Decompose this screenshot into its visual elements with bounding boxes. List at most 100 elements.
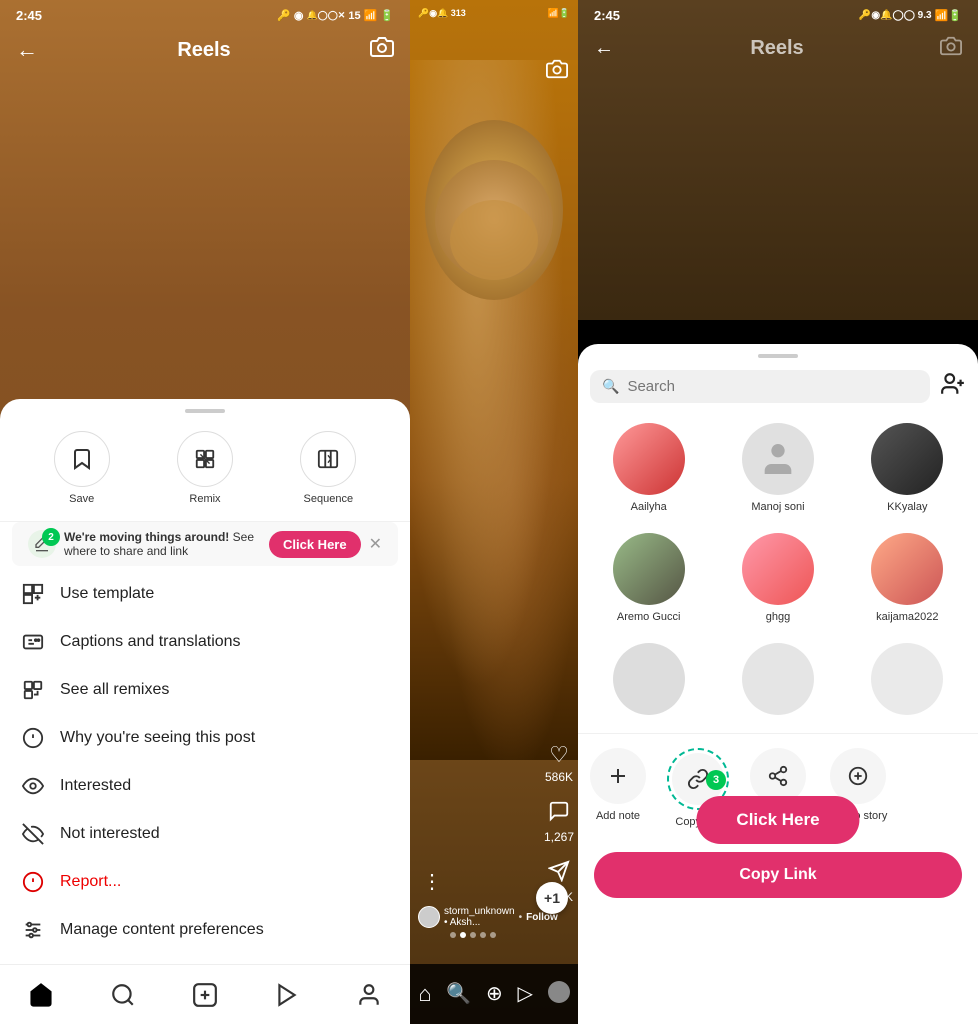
interested-item[interactable]: Interested <box>0 762 410 810</box>
share-sheet: 🔍 Aailyha <box>578 344 978 1024</box>
not-interested-icon <box>20 823 46 845</box>
not-interested-item[interactable]: Not interested <box>0 810 410 858</box>
contact-name-kkyalay: KKyalay <box>887 501 927 513</box>
middle-panel: 🔑◉🔔 313 📶🔋 ♡ 586K 1,267 <box>410 0 578 1024</box>
bottom-nav <box>0 964 410 1024</box>
mid-nav-home[interactable]: ⌂ <box>418 981 431 1007</box>
avatar-ghgg <box>742 533 814 605</box>
why-seeing-label: Why you're seeing this post <box>60 729 255 747</box>
left-panel: 2:45 🔑◉🔔◯◯✕15📶🔋 ← Reels Sa <box>0 0 410 1024</box>
right-back-button[interactable]: ← <box>594 37 614 60</box>
use-template-icon <box>20 583 46 605</box>
sequence-item[interactable]: Sequence <box>300 431 356 505</box>
contact-name-aremo: Aremo Gucci <box>617 611 681 623</box>
avatar-kkyalay <box>871 423 943 495</box>
reel-dot-3 <box>470 932 476 938</box>
mid-nav-reels[interactable]: ▷ <box>517 981 532 1007</box>
reel-username: storm_unknown • Aksh... <box>444 906 515 928</box>
add-note-action[interactable]: Add note <box>578 742 658 834</box>
save-circle <box>54 431 110 487</box>
contact-partial-3[interactable] <box>845 635 970 729</box>
remixes-item[interactable]: See all remixes <box>0 666 410 714</box>
report-icon <box>20 871 46 893</box>
remix-label: Remix <box>189 493 220 505</box>
contact-ghgg[interactable]: ghgg <box>715 525 840 631</box>
avatar-partial-1 <box>613 643 685 715</box>
reel-user-info: storm_unknown • Aksh... • Follow <box>418 906 528 944</box>
contact-partial-1[interactable] <box>586 635 711 729</box>
right-title: Reels <box>750 37 803 60</box>
plus-badge[interactable]: +1 <box>536 882 568 914</box>
manage-content-label: Manage content preferences <box>60 921 264 939</box>
left-title: Reels <box>177 39 230 62</box>
manage-content-item[interactable]: Manage content preferences <box>0 906 410 954</box>
share-search-row: 🔍 <box>578 370 978 415</box>
right-time: 2:45 <box>594 8 620 23</box>
contact-aailyha[interactable]: Aailyha <box>586 415 711 521</box>
nav-reels[interactable] <box>274 982 300 1008</box>
contact-kkyalay[interactable]: KKyalay <box>845 415 970 521</box>
interested-icon <box>20 775 46 797</box>
contact-name-manoj: Manoj soni <box>751 501 804 513</box>
contact-kaijama[interactable]: kaijama2022 <box>845 525 970 631</box>
notif-cta-button[interactable]: Click Here <box>269 531 361 558</box>
copy-link-button[interactable]: Copy Link <box>594 852 962 898</box>
sequence-label: Sequence <box>304 493 354 505</box>
add-note-label: Add note <box>596 810 640 822</box>
reel-dot-5 <box>490 932 496 938</box>
left-back-button[interactable]: ← <box>16 37 38 63</box>
notif-bold: We're moving things around! <box>64 530 229 544</box>
use-template-label: Use template <box>60 585 154 603</box>
share-handle <box>758 354 798 358</box>
add-people-button[interactable] <box>940 371 966 403</box>
left-header: ← Reels <box>0 31 410 73</box>
left-time: 2:45 <box>16 8 42 23</box>
remix-item[interactable]: Remix <box>177 431 233 505</box>
save-label: Save <box>69 493 94 505</box>
nav-profile[interactable] <box>356 982 382 1008</box>
nav-add[interactable] <box>192 982 218 1008</box>
click-here-button-right[interactable]: Click Here <box>696 796 859 844</box>
mid-nav-profile[interactable] <box>548 981 570 1003</box>
notif-close-button[interactable]: ✕ <box>369 534 382 554</box>
contact-partial-2[interactable] <box>715 635 840 729</box>
report-label: Report... <box>60 873 121 891</box>
add-note-circle <box>590 748 646 804</box>
share-search-input[interactable] <box>627 378 918 395</box>
notif-text: We're moving things around! See where to… <box>64 530 269 558</box>
captions-item[interactable]: Captions and translations <box>0 618 410 666</box>
right-status-bar: 2:45 🔑◉🔔◯◯ 9.3📶🔋 <box>578 0 978 31</box>
bottom-sheet: Save Remix <box>0 399 410 964</box>
middle-status-right: 📶🔋 <box>548 8 570 19</box>
mid-like-count: 586K <box>545 770 573 784</box>
three-dot-button[interactable]: ⋮ <box>422 869 442 894</box>
mid-comment-action[interactable]: 1,267 <box>544 800 574 844</box>
mid-nav-add[interactable]: ⊕ <box>486 981 503 1007</box>
middle-camera-button[interactable] <box>546 58 568 86</box>
mid-like-action[interactable]: ♡ 586K <box>545 742 573 784</box>
captions-icon <box>20 631 46 653</box>
sequence-circle <box>300 431 356 487</box>
left-camera-button[interactable] <box>370 35 394 65</box>
right-header: ← Reels <box>578 31 978 70</box>
not-interested-label: Not interested <box>60 825 160 843</box>
mid-like-icon: ♡ <box>549 742 569 768</box>
reel-dot-1 <box>450 932 456 938</box>
right-camera-button[interactable] <box>940 35 962 62</box>
contact-manoj[interactable]: Manoj soni <box>715 415 840 521</box>
action-badge-3: 3 <box>706 770 726 790</box>
mid-nav-search[interactable]: 🔍 <box>446 981 471 1007</box>
why-seeing-item[interactable]: Why you're seeing this post <box>0 714 410 762</box>
mid-comment-count: 1,267 <box>544 830 574 844</box>
nav-search[interactable] <box>110 982 136 1008</box>
reel-dot-4 <box>480 932 486 938</box>
share-search-box: 🔍 <box>590 370 930 403</box>
interested-label: Interested <box>60 777 131 795</box>
reel-video-bg <box>410 60 578 760</box>
use-template-item[interactable]: Use template <box>0 570 410 618</box>
avatar-manoj <box>742 423 814 495</box>
contact-aremo[interactable]: Aremo Gucci <box>586 525 711 631</box>
report-item[interactable]: Report... <box>0 858 410 906</box>
save-item[interactable]: Save <box>54 431 110 505</box>
nav-home[interactable] <box>28 982 54 1008</box>
